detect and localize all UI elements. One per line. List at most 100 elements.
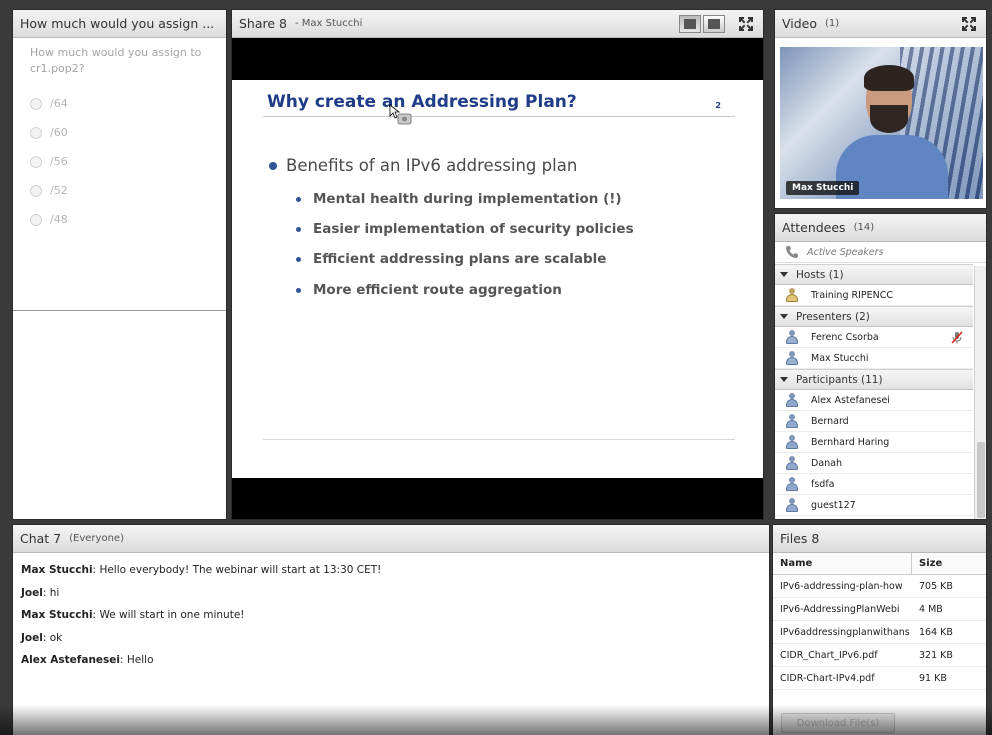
attendee-row[interactable]: Alex Astefanesei <box>775 390 973 411</box>
chat-text: Hello everybody! The webinar will start … <box>99 564 382 576</box>
attendee-name: Danah <box>811 457 843 469</box>
chat-messages: Max Stucchi: Hello everybody! The webina… <box>13 553 769 672</box>
file-row[interactable]: CIDR_Chart_IPv6.pdf 321 KB <box>773 644 986 667</box>
file-name: CIDR-Chart-IPv4.pdf <box>780 672 875 684</box>
attendees-count: (14) <box>853 222 875 233</box>
download-files-button[interactable]: Download File(s) <box>781 713 895 733</box>
poll-option[interactable]: /60 <box>30 118 216 147</box>
share-title: Share 8 <box>239 16 287 31</box>
attendee-name: Alex Astefanesei <box>811 394 890 406</box>
slide-sub-bullet: More efficient route aggregation <box>296 282 562 298</box>
video-header: Video (1) <box>775 10 986 38</box>
file-name: IPv6-addressing-plan-how <box>780 580 903 592</box>
radio-button[interactable] <box>30 97 42 110</box>
radio-button[interactable] <box>30 213 42 226</box>
file-row[interactable]: CIDR-Chart-IPv4.pdf 91 KB <box>773 667 986 690</box>
bullet-icon <box>269 161 277 170</box>
file-row[interactable]: IPv6-addressing-plan-how 705 KB <box>773 575 986 598</box>
participant-icon <box>785 456 799 470</box>
chevron-down-icon <box>780 377 788 382</box>
sub-bullet-text: Easier implementation of security polici… <box>313 221 634 237</box>
presenters-section-header[interactable]: Presenters (2) <box>775 306 973 327</box>
slide-divider <box>263 116 735 117</box>
share-pod: Share 8 - Max Stucchi Why create an Addr… <box>231 9 764 520</box>
poll-option-label: /60 <box>50 126 68 139</box>
attendee-name: Training RIPENCC <box>811 289 894 301</box>
hosts-section-header[interactable]: Hosts (1) <box>775 264 973 285</box>
sub-bullet-text: Efficient addressing plans are scalable <box>313 251 607 267</box>
attendee-row[interactable]: fsdfa <box>775 474 973 495</box>
attendee-row[interactable]: Bernard <box>775 411 973 432</box>
slide-sub-bullet: Efficient addressing plans are scalable <box>296 251 606 267</box>
chevron-down-icon <box>780 272 788 277</box>
bullet-icon <box>296 196 301 202</box>
poll-option[interactable]: /52 <box>30 176 216 205</box>
video-count: (1) <box>825 18 840 29</box>
scrollbar-thumb[interactable] <box>977 442 985 518</box>
chat-sender: Joel <box>21 631 43 644</box>
file-row[interactable]: IPv6addressingplanwithans 164 KB <box>773 621 986 644</box>
attendee-list: Hosts (1) Training RIPENCC Presenters (2… <box>775 264 973 516</box>
files-title: Files 8 <box>780 531 820 546</box>
video-pod: Video (1) Max Stucchi <box>774 9 987 209</box>
file-name: IPv6-AddressingPlanWebi <box>780 603 900 615</box>
chat-message: Joel: hi <box>21 586 60 599</box>
host-icon <box>785 288 799 302</box>
attendee-name: Bernhard Haring <box>811 436 890 448</box>
sub-bullet-text: Mental health during implementation (!) <box>313 191 622 207</box>
chat-header: Chat 7 (Everyone) <box>13 525 769 553</box>
chat-message: Alex Astefanesei: Hello <box>21 654 154 666</box>
mic-muted-icon <box>951 331 963 344</box>
fullscreen-icon[interactable] <box>961 16 977 32</box>
webcam-feed[interactable]: Max Stucchi <box>780 47 983 199</box>
attendees-header: Attendees (14) <box>775 214 986 242</box>
column-header-name[interactable]: Name <box>773 553 912 574</box>
chat-text: We will start in one minute! <box>99 609 245 621</box>
radio-button[interactable] <box>30 155 42 168</box>
presentation-slide[interactable]: Why create an Addressing Plan? 2 Benefit… <box>232 80 763 478</box>
fullscreen-icon[interactable] <box>738 16 754 32</box>
fit-view-icon[interactable] <box>703 15 725 33</box>
poll-option-label: /52 <box>50 184 68 197</box>
attendee-name: fsdfa <box>811 478 835 490</box>
attendee-row[interactable]: Ferenc Csorba <box>775 327 973 348</box>
column-header-size[interactable]: Size <box>912 553 942 574</box>
participant-icon <box>785 477 799 491</box>
attendee-row[interactable]: Training RIPENCC <box>775 285 973 306</box>
chat-text: ok <box>49 631 63 644</box>
poll-title: How much would you assign ... <box>20 16 215 31</box>
file-size: 321 KB <box>919 649 953 661</box>
video-name-label: Max Stucchi <box>786 181 860 195</box>
poll-option[interactable]: /64 <box>30 89 216 118</box>
participants-label: Participants (11) <box>796 373 883 386</box>
attendee-name: Ferenc Csorba <box>811 331 879 343</box>
attendee-row[interactable]: Danah <box>775 453 973 474</box>
participants-section-header[interactable]: Participants (11) <box>775 369 973 390</box>
chat-text: hi <box>49 586 60 599</box>
radio-button[interactable] <box>30 184 42 197</box>
attendee-name: guest127 <box>811 499 856 511</box>
slide-title: Why create an Addressing Plan? <box>267 92 577 112</box>
poll-question: How much would you assign to cr1.pop2? <box>30 46 202 75</box>
chat-sender: Max Stucchi <box>21 609 93 621</box>
file-size: 705 KB <box>919 580 953 592</box>
normal-view-icon[interactable] <box>679 15 701 33</box>
poll-option-label: /64 <box>50 97 68 110</box>
speaker-beard <box>870 105 908 133</box>
poll-option[interactable]: /48 <box>30 205 216 234</box>
attendee-row[interactable]: guest127 <box>775 495 973 516</box>
radio-button[interactable] <box>30 126 42 139</box>
slide-footer-divider <box>263 439 735 440</box>
chat-title: Chat 7 <box>20 531 62 546</box>
slide-page-number: 2 <box>715 101 721 110</box>
file-row[interactable]: IPv6-AddressingPlanWebi 4 MB <box>773 598 986 621</box>
attendee-row[interactable]: Bernhard Haring <box>775 432 973 453</box>
attendee-row[interactable]: Max Stucchi <box>775 348 973 369</box>
attendee-scrollbar[interactable] <box>974 266 986 519</box>
video-title: Video <box>782 16 818 31</box>
chat-text: Hello <box>126 654 154 666</box>
presenters-label: Presenters (2) <box>796 310 870 323</box>
sub-bullet-text: More efficient route aggregation <box>313 282 562 298</box>
poll-option[interactable]: /56 <box>30 147 216 176</box>
presenter-pointer-icon <box>389 104 412 125</box>
